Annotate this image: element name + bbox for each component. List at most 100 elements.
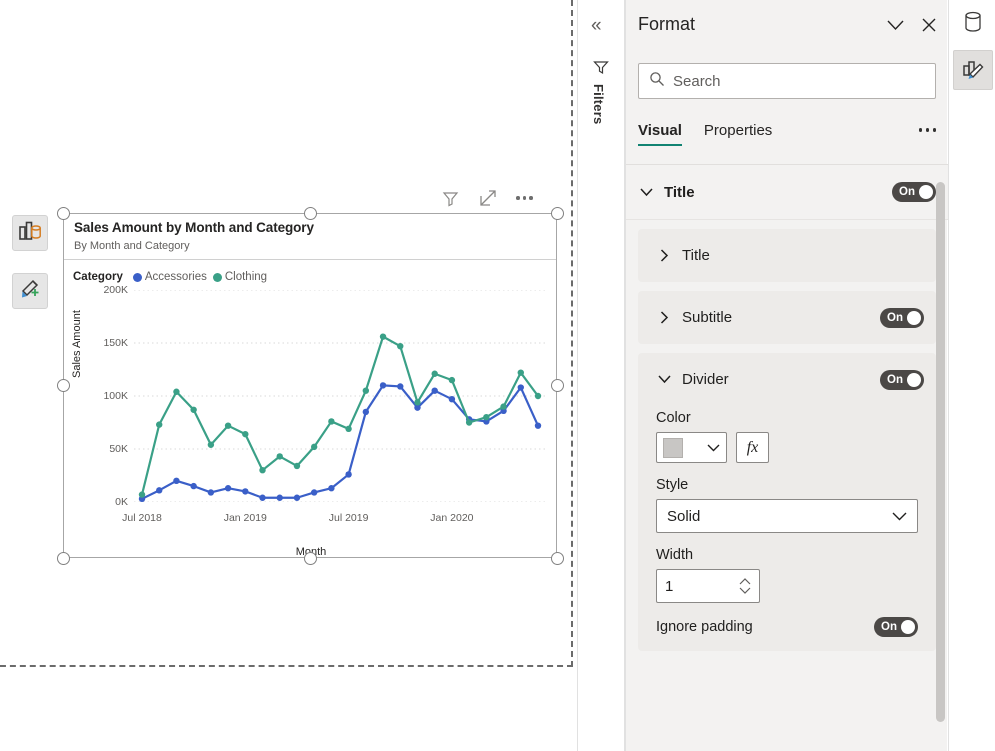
report-canvas-area[interactable]: Sales Amount by Month and Category By Mo… bbox=[0, 0, 576, 751]
data-point[interactable] bbox=[397, 383, 404, 390]
data-point[interactable] bbox=[259, 467, 266, 474]
format-pane[interactable]: Format Search Visual Properties Title On… bbox=[625, 0, 948, 751]
data-point[interactable] bbox=[414, 399, 421, 406]
data-point[interactable] bbox=[156, 487, 163, 494]
data-point[interactable] bbox=[242, 488, 249, 495]
data-point[interactable] bbox=[345, 471, 352, 478]
more-options-icon[interactable] bbox=[516, 196, 533, 200]
data-point[interactable] bbox=[379, 333, 387, 340]
data-point[interactable] bbox=[431, 370, 438, 377]
card-divider-header[interactable]: Divider On bbox=[638, 353, 936, 406]
chart-legend[interactable]: Category Accessories Clothing bbox=[73, 271, 267, 283]
data-point[interactable] bbox=[293, 462, 301, 470]
data-point[interactable] bbox=[224, 485, 232, 492]
visual-header-toolbar[interactable] bbox=[440, 186, 555, 210]
format-sections-list[interactable]: Title On Title Subtitle On Divider On Co… bbox=[626, 165, 948, 751]
data-point[interactable] bbox=[138, 491, 146, 498]
resize-handle-bottom-center[interactable] bbox=[303, 551, 317, 565]
data-point[interactable] bbox=[448, 376, 456, 384]
data-point[interactable] bbox=[259, 494, 266, 501]
divider-color-conditional-formatting-button[interactable]: fx bbox=[736, 432, 769, 463]
data-point[interactable] bbox=[500, 403, 507, 410]
data-point[interactable] bbox=[362, 408, 370, 416]
resize-handle-middle-left[interactable] bbox=[56, 379, 70, 392]
data-point[interactable] bbox=[276, 453, 283, 460]
data-point[interactable] bbox=[310, 443, 318, 451]
resize-handle-middle-right[interactable] bbox=[550, 379, 564, 392]
divider-style-dropdown[interactable]: Solid bbox=[656, 499, 918, 533]
resize-handle-bottom-right[interactable] bbox=[550, 551, 564, 565]
format-pane-tabs[interactable]: Visual Properties bbox=[638, 122, 936, 160]
data-point[interactable] bbox=[207, 441, 215, 448]
format-button[interactable] bbox=[12, 273, 48, 309]
chevron-right-icon[interactable] bbox=[656, 311, 672, 324]
card-title-header[interactable]: Title bbox=[638, 229, 936, 282]
visualizations-button[interactable] bbox=[12, 215, 48, 251]
data-point[interactable] bbox=[173, 477, 180, 484]
card-title[interactable]: Title bbox=[638, 229, 936, 282]
data-point[interactable] bbox=[534, 392, 542, 400]
legend-item-clothing[interactable]: Clothing bbox=[212, 271, 267, 283]
data-point[interactable] bbox=[345, 425, 352, 433]
data-point[interactable] bbox=[397, 342, 404, 350]
chevron-right-icon[interactable] bbox=[656, 249, 672, 262]
data-point[interactable] bbox=[328, 418, 335, 425]
data-point[interactable] bbox=[431, 387, 438, 394]
data-model-icon[interactable] bbox=[953, 2, 993, 42]
data-point[interactable] bbox=[448, 395, 456, 403]
resize-handle-top-left[interactable] bbox=[56, 206, 70, 220]
stepper-arrows[interactable] bbox=[739, 578, 751, 594]
chevron-down-icon[interactable] bbox=[656, 375, 672, 384]
card-subtitle-header[interactable]: Subtitle On bbox=[638, 291, 936, 344]
chevron-double-left-icon[interactable]: « bbox=[591, 16, 602, 35]
chart-plot-area[interactable]: Sales Amount 0K 50K 100K 150K 200K Jul 2018 J… bbox=[64, 284, 558, 559]
toggle-subtitle[interactable]: On bbox=[880, 307, 924, 328]
data-point[interactable] bbox=[517, 384, 524, 391]
data-point[interactable] bbox=[465, 419, 473, 426]
format-pane-scrollbar-thumb[interactable] bbox=[936, 182, 945, 722]
filters-pane-collapsed[interactable]: « Filters bbox=[577, 0, 625, 751]
data-point[interactable] bbox=[483, 414, 490, 421]
toggle-divider[interactable]: On bbox=[880, 369, 924, 390]
right-rail[interactable] bbox=[948, 0, 995, 751]
divider-width-stepper[interactable]: 1 bbox=[656, 569, 760, 603]
tab-visual[interactable]: Visual bbox=[638, 122, 682, 146]
data-point[interactable] bbox=[276, 494, 283, 501]
section-title-group[interactable]: Title On bbox=[626, 165, 948, 220]
data-point[interactable] bbox=[190, 482, 197, 490]
format-paintbrush-icon[interactable] bbox=[953, 50, 993, 90]
data-point[interactable] bbox=[224, 422, 232, 429]
data-point[interactable] bbox=[173, 388, 180, 395]
data-point[interactable] bbox=[534, 422, 542, 429]
data-point[interactable] bbox=[362, 387, 370, 394]
card-subtitle[interactable]: Subtitle On bbox=[638, 291, 936, 344]
toggle-title-group[interactable]: On bbox=[892, 182, 936, 202]
data-point[interactable] bbox=[517, 369, 524, 376]
data-point[interactable] bbox=[207, 489, 215, 496]
resize-handle-top-center[interactable] bbox=[303, 206, 317, 220]
chevron-down-icon[interactable] bbox=[892, 508, 907, 525]
search-input[interactable]: Search bbox=[638, 63, 936, 99]
chevron-down-icon[interactable] bbox=[638, 187, 654, 197]
focus-mode-icon[interactable] bbox=[478, 188, 498, 208]
divider-color-picker[interactable] bbox=[656, 432, 727, 463]
close-icon[interactable] bbox=[916, 13, 942, 37]
more-options-icon[interactable] bbox=[918, 122, 936, 132]
resize-handle-bottom-left[interactable] bbox=[56, 551, 70, 565]
toggle-ignore-padding[interactable]: On bbox=[874, 617, 918, 637]
data-point[interactable] bbox=[242, 430, 249, 438]
chevron-down-icon[interactable] bbox=[882, 13, 908, 37]
filter-funnel-icon[interactable] bbox=[440, 188, 460, 208]
card-divider[interactable]: Divider On Color fx Style Solid Width 1 … bbox=[638, 353, 936, 651]
data-point[interactable] bbox=[190, 406, 197, 413]
filter-funnel-icon[interactable] bbox=[592, 58, 610, 81]
data-point[interactable] bbox=[310, 489, 318, 496]
chevron-down-icon[interactable] bbox=[707, 439, 720, 457]
data-point[interactable] bbox=[328, 485, 335, 492]
data-point[interactable] bbox=[379, 382, 387, 389]
line-chart-visual[interactable]: Sales Amount by Month and Category By Mo… bbox=[63, 213, 557, 558]
legend-item-accessories[interactable]: Accessories bbox=[132, 271, 207, 283]
data-point[interactable] bbox=[293, 494, 301, 501]
data-point[interactable] bbox=[156, 421, 163, 428]
tab-properties[interactable]: Properties bbox=[704, 122, 772, 146]
